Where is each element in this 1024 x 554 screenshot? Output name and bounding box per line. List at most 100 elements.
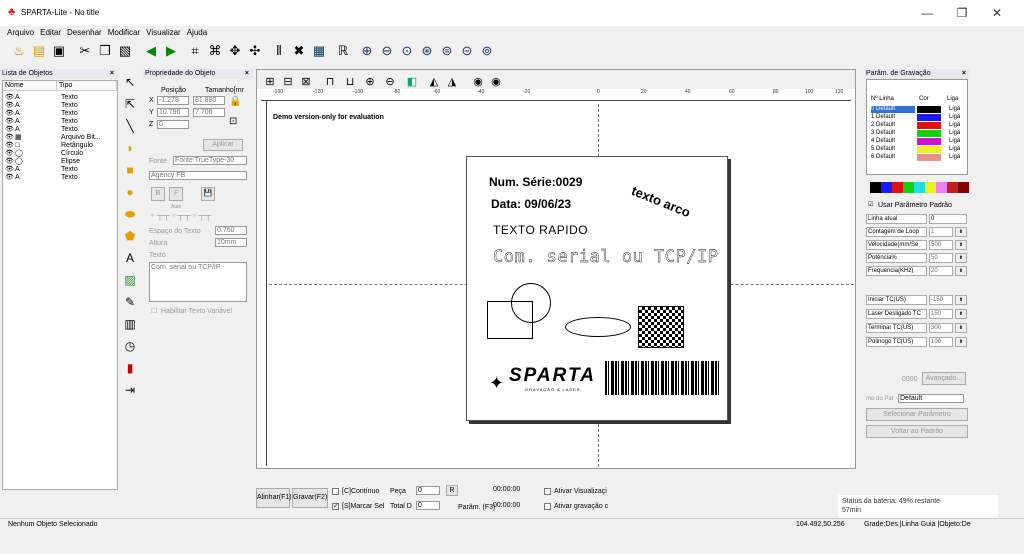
close-icon[interactable]: ×: [962, 69, 966, 79]
use-default-checkbox[interactable]: ☑: [868, 201, 873, 210]
font-name-select[interactable]: Agency FB: [149, 171, 247, 180]
list-icon[interactable]: ▦: [310, 42, 328, 60]
spinner-icon[interactable]: ⬍: [955, 309, 967, 319]
line-row-2[interactable]: 2 Default: [871, 122, 915, 129]
line-on-4[interactable]: Liga: [949, 138, 965, 145]
back-default-button[interactable]: Voltar ao Padrão: [866, 425, 968, 438]
list-item[interactable]: 👁 A Texto: [5, 102, 113, 110]
line-on-0[interactable]: Liga: [949, 106, 965, 113]
params-button[interactable]: Parâm. (F3): [458, 503, 495, 512]
zoom-out-icon[interactable]: ⊖: [378, 42, 396, 60]
save-font-button[interactable]: 💾: [201, 187, 215, 201]
piece-field[interactable]: 0: [416, 486, 440, 495]
quick-text[interactable]: TEXTO RAPIDO: [493, 223, 588, 237]
advanced-button[interactable]: Avançado...: [922, 372, 966, 385]
font-type-select[interactable]: Fonte TrueType-30: [173, 156, 247, 165]
color-swatch-cyan[interactable]: [914, 182, 925, 193]
line-on-5[interactable]: Liga: [949, 146, 965, 153]
date-text[interactable]: Data: 09/06/23: [491, 197, 571, 211]
spinner-icon[interactable]: ⬍: [955, 266, 967, 276]
close-button[interactable]: ✕: [982, 4, 1012, 22]
x-field[interactable]: -1.278: [157, 96, 189, 105]
timer-icon[interactable]: ◷: [121, 337, 139, 355]
ellipse-icon[interactable]: ⬬: [121, 205, 139, 223]
spinner-icon[interactable]: ⬍: [955, 295, 967, 305]
snap-icon[interactable]: ⌘: [206, 42, 224, 60]
tools-icon[interactable]: ✖: [290, 42, 308, 60]
height-field[interactable]: 7.700: [193, 108, 225, 117]
menu-arquivo[interactable]: Arquivo: [4, 27, 37, 39]
close-icon[interactable]: ×: [110, 69, 114, 79]
maximize-button[interactable]: ❐: [947, 4, 977, 22]
curve-icon[interactable]: ◗: [121, 139, 139, 157]
barcode[interactable]: [605, 361, 719, 395]
param-name-field[interactable]: Default: [898, 394, 964, 403]
list-item[interactable]: 👁 A Texto: [5, 118, 113, 126]
lock-icon[interactable]: 🔒: [229, 97, 241, 107]
list-item[interactable]: 👁 A Texto: [5, 94, 113, 102]
zoom-prev-icon[interactable]: ⊝: [458, 42, 476, 60]
line-on-3[interactable]: Liga: [949, 130, 965, 137]
col-name-header[interactable]: Nome: [3, 81, 57, 91]
sparta-logo[interactable]: SPARTA GRAVAÇÃO A LASER ✦: [489, 363, 599, 403]
color-swatch-maroon[interactable]: [958, 182, 969, 193]
y-field[interactable]: 10.796: [157, 108, 189, 117]
zoom-in-icon[interactable]: ⊕: [358, 42, 376, 60]
node-edit-icon[interactable]: ⇱: [121, 95, 139, 113]
menu-visualizar[interactable]: Visualizar: [143, 27, 184, 39]
arc-text[interactable]: texto arco: [629, 183, 692, 220]
col-type-header[interactable]: Tipo: [57, 81, 117, 91]
line-row-3[interactable]: 3 Default: [871, 130, 915, 137]
line-color-3[interactable]: [917, 130, 941, 137]
zoom-select-icon[interactable]: ⊛: [418, 42, 436, 60]
line-table[interactable]: Nº Linha Cor Liga 0 Default Liga 1 Defau…: [866, 79, 968, 175]
circle-icon[interactable]: ●: [121, 183, 139, 201]
node-icon[interactable]: ✥: [226, 42, 244, 60]
datamatrix-code[interactable]: [638, 306, 684, 348]
menu-modificar[interactable]: Modificar: [105, 27, 143, 39]
input-port-icon[interactable]: ⇥: [121, 381, 139, 399]
italic-button[interactable]: F: [169, 187, 183, 201]
list-item[interactable]: 👁 A Texto: [5, 166, 113, 174]
serial-text[interactable]: Num. Série:0029: [489, 175, 582, 189]
line-row-1[interactable]: 1 Default: [871, 114, 915, 121]
minimize-button[interactable]: —: [912, 4, 942, 22]
object-list[interactable]: Nome Tipo 👁 A Texto 👁 A Texto 👁 A Texto 👁 A Text…: [2, 80, 118, 490]
save-icon[interactable]: ▣: [50, 42, 68, 60]
line-on-1[interactable]: Liga: [949, 114, 965, 121]
zoom-page-icon[interactable]: ⊜: [438, 42, 456, 60]
continuous-checkbox[interactable]: [332, 487, 339, 496]
line-row-0[interactable]: 0 Default: [871, 106, 915, 113]
line-row-4[interactable]: 4 Default: [871, 138, 915, 145]
vector-icon[interactable]: ✎: [121, 293, 139, 311]
color-swatch-darkred[interactable]: [947, 182, 958, 193]
close-icon[interactable]: ×: [245, 69, 249, 79]
spacing-field[interactable]: 0.760: [215, 226, 247, 235]
align-button[interactable]: Alinhar(F1): [256, 488, 292, 508]
mark-sel-checkbox[interactable]: ✓: [332, 502, 339, 511]
color-swatch-red[interactable]: [892, 182, 903, 193]
line-on-6[interactable]: Liga: [949, 154, 965, 161]
io-icon[interactable]: ▮: [121, 359, 139, 377]
spinner-icon[interactable]: ⬍: [955, 323, 967, 333]
text-align-options[interactable]: ◦ ┬┬ ◦ ┬┬ ◦ ┬┬: [151, 211, 211, 220]
open-icon[interactable]: ♨: [10, 42, 28, 60]
align-icon[interactable]: ⫴: [270, 42, 288, 60]
line-color-2[interactable]: [917, 122, 941, 129]
width-field[interactable]: 81.880: [193, 96, 225, 105]
color-swatch-blue[interactable]: [881, 182, 892, 193]
menu-editar[interactable]: Editar: [37, 27, 64, 39]
cut-icon[interactable]: ✂: [76, 42, 94, 60]
paste-icon[interactable]: ▧: [116, 42, 134, 60]
list-item[interactable]: 👁 □ Retângulo: [5, 142, 113, 150]
color-swatch-black[interactable]: [870, 182, 881, 193]
text-height-field[interactable]: 10mm: [215, 238, 247, 247]
bold-button[interactable]: B: [151, 187, 165, 201]
zoom-all-icon[interactable]: ⊚: [478, 42, 496, 60]
line-row-5[interactable]: 5 Default: [871, 146, 915, 153]
apply-button[interactable]: Aplicar: [203, 139, 243, 151]
list-item[interactable]: 👁 ▦ Arquivo Bit...: [5, 134, 113, 142]
line-color-5[interactable]: [917, 146, 941, 153]
spinner-icon[interactable]: ⬍: [955, 240, 967, 250]
zoom-fit-icon[interactable]: ⊙: [398, 42, 416, 60]
